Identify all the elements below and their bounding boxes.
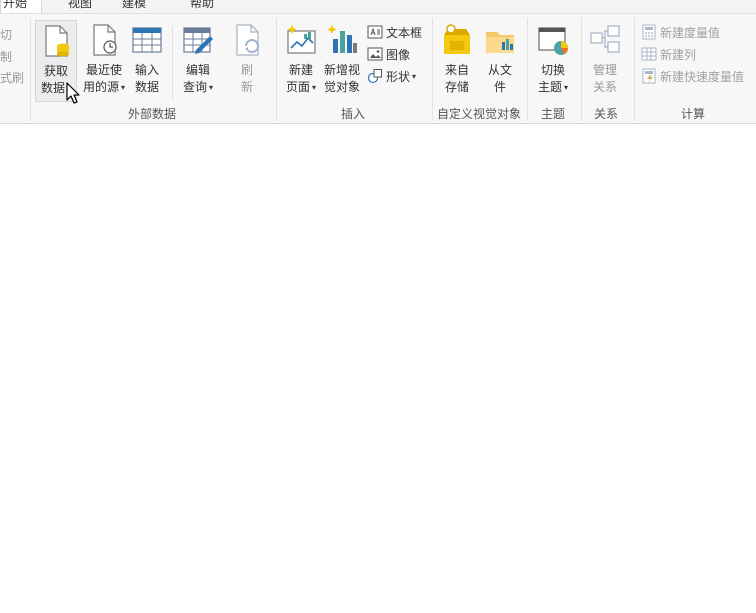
new-measure-button[interactable]: 新建度量值 (641, 23, 720, 41)
edit-queries-label-1: 编辑 (185, 63, 210, 77)
get-data-icon (45, 25, 69, 57)
chevron-down-icon: ▾ (564, 83, 569, 92)
edit-queries-icon (183, 27, 213, 54)
group-separator (527, 18, 528, 121)
new-visual-label-2: 觉对象 (323, 80, 360, 94)
shapes-icon (367, 69, 382, 84)
recent-sources-label-2: 用的源 (82, 80, 119, 94)
enter-data-label-1: 输入 (134, 63, 159, 77)
quick-measure-icon (642, 68, 656, 84)
from-store-button[interactable]: 来自 存储 (439, 20, 475, 102)
copy-label-partial[interactable]: 制 (0, 48, 12, 65)
tab-modeling[interactable]: 建模 (122, 0, 146, 13)
group-label-themes: 主题 (540, 107, 566, 121)
new-visual-button[interactable]: 新增视 觉对象 (322, 20, 362, 102)
from-file-label-1: 从文 (487, 63, 512, 77)
ribbon-tab-strip: 开始 视图 建模 帮助 (0, 0, 756, 13)
manage-relationships-label-1: 管理 (592, 63, 617, 77)
image-icon (367, 47, 383, 61)
tab-view[interactable]: 视图 (68, 0, 92, 13)
new-measure-label: 新建度量值 (660, 25, 721, 40)
group-separator (432, 18, 433, 121)
relationships-icon (590, 25, 620, 53)
store-icon (444, 24, 470, 54)
from-store-label-1: 来自 (444, 63, 469, 77)
tab-help[interactable]: 帮助 (190, 0, 214, 13)
new-column-button[interactable]: 新建列 (641, 45, 696, 63)
ribbon: 切 制 式刷 获取数据▾ 最近使用的源▾ 输入数据 (0, 13, 756, 124)
calculator-icon (642, 24, 656, 40)
group-label-custom-visuals: 自定义视觉对象 (436, 107, 522, 121)
new-visual-icon (327, 25, 357, 53)
mouse-cursor-icon (66, 82, 80, 104)
group-label-external-data: 外部数据 (127, 107, 177, 121)
recent-sources-button[interactable]: 最近使用的源 ▾ (80, 20, 128, 102)
manage-relationships-button[interactable]: 管理 关系 (587, 20, 623, 102)
group-label-insert: 插入 (340, 107, 366, 121)
new-quick-measure-label: 新建快速度量值 (660, 69, 745, 84)
enter-data-button[interactable]: 输入 数据 (130, 20, 164, 102)
switch-theme-label-1: 切换 (540, 63, 565, 77)
refresh-icon (236, 24, 259, 56)
group-separator (30, 18, 31, 121)
refresh-label-1: 刷 (240, 63, 253, 77)
text-box-label: 文本框 (386, 25, 423, 40)
refresh-button[interactable]: 刷新 (230, 20, 264, 102)
group-separator (172, 26, 173, 101)
manage-relationships-label-2: 关系 (592, 80, 617, 94)
table-icon (132, 27, 162, 53)
get-data-label-1: 获取 (43, 64, 68, 78)
new-column-label: 新建列 (660, 47, 697, 62)
refresh-label-2: 新 (240, 80, 253, 94)
group-separator (634, 18, 635, 121)
image-label: 图像 (386, 47, 411, 62)
text-box-button[interactable]: 文本框 (367, 23, 422, 41)
from-store-label-2: 存储 (444, 80, 469, 94)
from-file-button[interactable]: 从文件 (482, 20, 518, 102)
group-label-calculations: 计算 (680, 107, 706, 121)
chevron-down-icon: ▾ (312, 83, 317, 92)
switch-theme-button[interactable]: 切换主题 ▾ (533, 20, 573, 102)
new-page-button[interactable]: 新建页面 ▾ (281, 20, 321, 102)
image-button[interactable]: 图像 (367, 45, 410, 63)
recent-sources-label-1: 最近使 (85, 63, 122, 77)
chevron-down-icon: ▾ (412, 71, 417, 81)
chevron-down-icon: ▾ (209, 83, 214, 92)
new-page-label-2: 页面 (285, 80, 310, 94)
report-canvas[interactable] (0, 125, 756, 613)
edit-queries-button[interactable]: 编辑查询 ▾ (178, 20, 218, 102)
group-label-relationships: 关系 (593, 107, 619, 121)
new-visual-label-1: 新增视 (323, 63, 360, 77)
from-file-label-2: 件 (493, 80, 506, 94)
folder-icon (486, 32, 514, 53)
shapes-button[interactable]: 形状 ▾ (367, 67, 416, 85)
get-data-label-2: 数据 (40, 81, 65, 95)
recent-sources-icon (93, 24, 117, 56)
format-painter-label-partial[interactable]: 式刷 (0, 69, 24, 86)
group-separator (581, 18, 582, 121)
switch-theme-label-2: 主题 (537, 80, 562, 94)
cut-label-partial[interactable]: 切 (0, 26, 12, 43)
new-quick-measure-button[interactable]: 新建快速度量值 (641, 67, 744, 85)
enter-data-label-2: 数据 (134, 80, 159, 94)
tab-home[interactable]: 开始 (0, 0, 43, 13)
chevron-down-icon: ▾ (121, 83, 126, 92)
column-icon (641, 47, 657, 61)
shapes-label: 形状 (386, 69, 411, 84)
new-page-icon (287, 25, 316, 54)
new-page-label-1: 新建 (288, 63, 313, 77)
text-box-icon (367, 25, 383, 39)
switch-theme-icon (538, 27, 568, 55)
edit-queries-label-2: 查询 (182, 80, 207, 94)
group-separator (276, 18, 277, 121)
